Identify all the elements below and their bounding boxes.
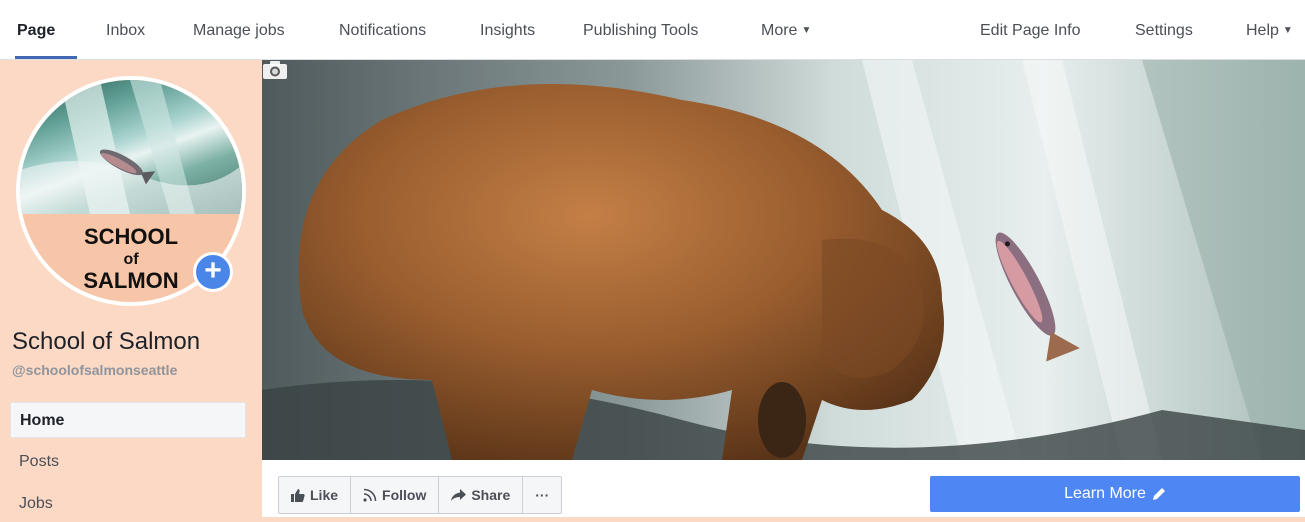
follow-label: Follow	[382, 487, 427, 503]
page-action-bar: Like Follow Share ··· Learn More	[262, 460, 1305, 517]
tab-publishing-tools[interactable]: Publishing Tools	[583, 22, 698, 40]
tab-insights[interactable]: Insights	[480, 22, 535, 40]
edit-page-info-link[interactable]: Edit Page Info	[980, 22, 1081, 40]
bear-and-salmon-photo	[262, 60, 1305, 460]
page-title: School of Salmon	[12, 328, 201, 355]
share-button[interactable]: Share	[439, 477, 524, 513]
follow-button[interactable]: Follow	[351, 477, 440, 513]
help-menu[interactable]: Help ▼	[1246, 22, 1293, 40]
add-profile-photo-button[interactable]: +	[193, 252, 233, 292]
pencil-icon	[1152, 488, 1165, 500]
logo-line-school: SCHOOL	[83, 224, 179, 249]
thumbs-up-icon	[291, 488, 305, 502]
ellipsis-icon: ···	[535, 487, 550, 503]
sidebar-item-home[interactable]: Home	[10, 402, 246, 438]
learn-more-button[interactable]: Learn More	[930, 476, 1300, 512]
learn-more-label: Learn More	[1064, 485, 1146, 502]
share-arrow-icon	[451, 489, 467, 501]
top-navigation: Page Inbox Manage jobs Notifications Ins…	[0, 0, 1305, 60]
cover-photo[interactable]	[262, 60, 1305, 460]
tab-notifications[interactable]: Notifications	[339, 22, 426, 40]
tab-more-label: More	[761, 22, 798, 39]
tab-page[interactable]: Page	[17, 22, 55, 40]
camera-icon[interactable]	[262, 60, 288, 80]
like-button[interactable]: Like	[279, 477, 352, 513]
tab-manage-jobs[interactable]: Manage jobs	[193, 22, 285, 40]
action-button-group: Like Follow Share ···	[278, 476, 563, 514]
waterfall-photo	[20, 80, 242, 214]
page-username[interactable]: @schoolofsalmonseattle	[12, 362, 177, 378]
jumping-salmon-illustration	[20, 80, 242, 214]
sidebar-item-posts[interactable]: Posts	[10, 444, 246, 480]
active-tab-indicator	[15, 56, 77, 59]
plus-icon: +	[204, 254, 222, 287]
caret-down-icon: ▼	[801, 25, 812, 36]
rss-feed-icon	[363, 488, 377, 502]
help-menu-label: Help	[1246, 22, 1279, 39]
share-label: Share	[471, 487, 511, 503]
caret-down-icon: ▼	[1282, 25, 1293, 36]
tab-inbox[interactable]: Inbox	[106, 22, 145, 40]
more-options-button[interactable]: ···	[523, 477, 561, 513]
tab-more[interactable]: More ▼	[761, 22, 811, 40]
settings-link[interactable]: Settings	[1135, 22, 1193, 40]
like-label: Like	[310, 487, 339, 503]
